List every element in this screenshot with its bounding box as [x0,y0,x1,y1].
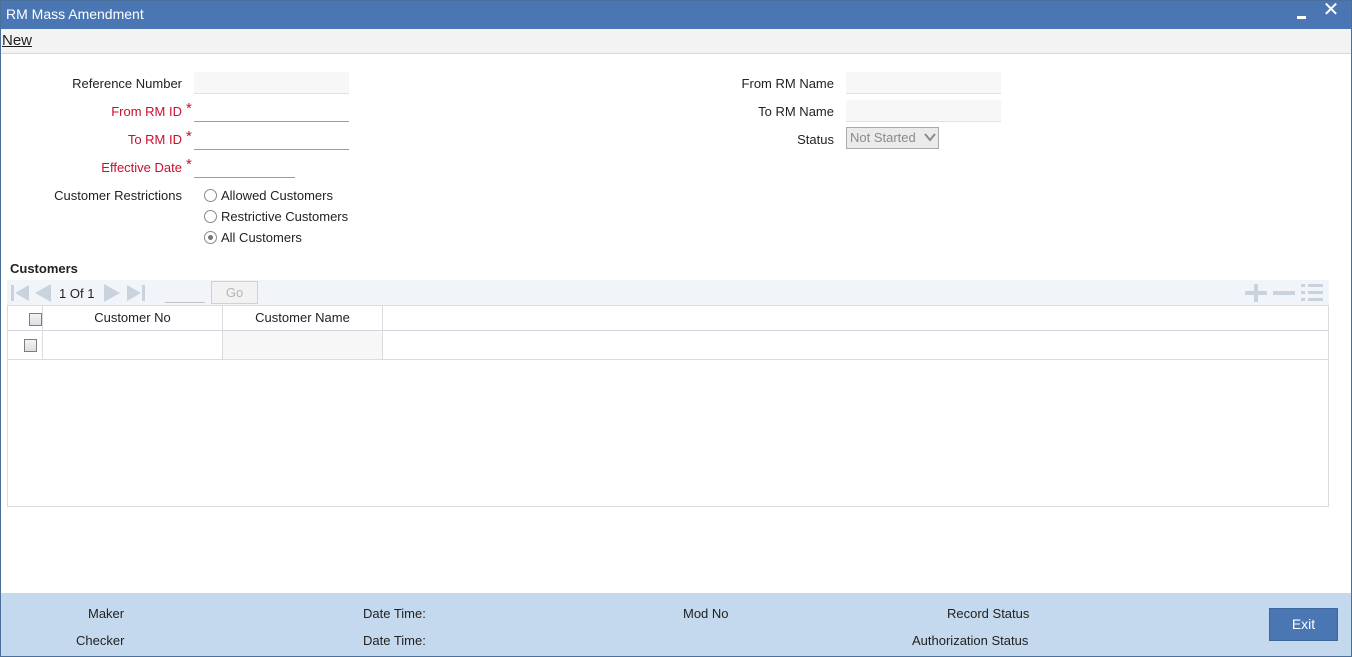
audit-footer: Maker Checker Date Time: Date Time: Mod … [1,593,1351,656]
checker-date-time-label: Date Time: [363,633,426,648]
row-filler [383,331,1328,359]
from-rm-name-label: From RM Name [741,76,834,91]
reference-number-label: Reference Number [72,76,182,91]
single-record-view-icon[interactable] [1299,282,1325,304]
required-marker: * [186,156,192,173]
column-header-customer-name[interactable]: Customer Name [223,306,383,331]
maker-date-time-label: Date Time: [363,606,426,621]
required-marker: * [186,100,192,117]
pager-text: 1 Of 1 [59,286,94,301]
row-select-cell [8,331,43,359]
radio-all-customers[interactable]: All Customers [204,228,302,246]
reference-number-field[interactable] [194,72,349,94]
select-all-checkbox[interactable] [29,313,42,326]
mod-no-label: Mod No [683,606,729,621]
customers-toolbar: 1 Of 1 Go [7,280,1329,305]
radio-label: Allowed Customers [221,187,333,203]
customers-section-title: Customers [10,261,78,276]
add-row-icon[interactable] [1243,282,1269,304]
exit-button[interactable]: Exit [1269,608,1338,641]
effective-date-label: Effective Date [101,160,182,175]
status-value: Not Started [850,130,916,145]
window-title: RM Mass Amendment [6,6,144,22]
select-all-column [8,306,43,331]
pager-total: 1 [87,286,95,301]
new-link[interactable]: New [2,32,32,49]
previous-page-icon[interactable] [32,282,54,304]
checker-label: Checker [76,633,125,648]
radio-button-selected[interactable] [204,230,217,244]
radio-button[interactable] [204,209,217,223]
grid-header: Customer No Customer Name [8,306,1328,331]
first-page-icon[interactable] [9,282,31,304]
radio-label: Restrictive Customers [221,208,349,224]
go-button[interactable]: Go [211,281,258,304]
from-rm-id-field[interactable] [194,100,349,122]
menu-bar: New [1,29,1351,54]
page-number-input[interactable] [165,283,205,303]
authorization-status-label: Authorization Status [912,633,1029,648]
next-page-icon[interactable] [101,282,123,304]
pager-current: 1 [59,286,67,301]
required-marker: * [186,128,192,145]
customers-grid: Customer No Customer Name [7,305,1329,507]
status-select[interactable]: Not Started [846,127,939,149]
radio-restrictive-customers[interactable]: Restrictive Customers [204,207,348,225]
close-icon[interactable]: ✕ [1322,0,1340,21]
title-bar: RM Mass Amendment ✕ [1,0,1351,29]
customer-no-cell[interactable] [43,331,223,359]
to-rm-name-label: To RM Name [758,104,834,119]
customer-restrictions-label: Customer Restrictions [54,188,182,203]
from-rm-name-field[interactable] [846,72,1001,94]
rm-mass-amendment-window: RM Mass Amendment ✕ New Reference Number… [0,0,1352,657]
status-label: Status [797,132,834,147]
radio-button[interactable] [204,188,217,202]
customer-name-cell [223,331,383,359]
to-rm-id-field[interactable] [194,128,349,150]
maker-label: Maker [88,606,125,621]
minimize-icon[interactable] [1294,5,1310,23]
table-row [8,331,1328,360]
column-header-customer-no[interactable]: Customer No [43,306,223,331]
last-page-icon[interactable] [125,282,147,304]
to-rm-name-field[interactable] [846,100,1001,122]
from-rm-id-label: From RM ID [111,104,182,119]
row-checkbox[interactable] [24,339,37,352]
to-rm-id-label: To RM ID [127,132,182,147]
effective-date-field[interactable] [194,156,295,178]
radio-label: All Customers [221,229,302,245]
chevron-down-icon [924,133,936,142]
record-status-label: Record Status [947,606,1030,621]
pager-of: Of [69,286,84,301]
delete-row-icon[interactable] [1271,282,1297,304]
radio-allowed-customers[interactable]: Allowed Customers [204,186,333,204]
